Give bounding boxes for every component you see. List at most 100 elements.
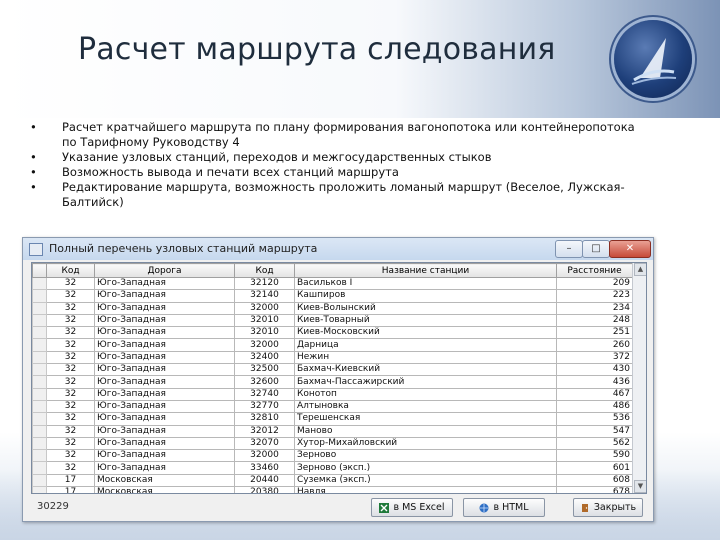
row-indicator	[32, 449, 47, 463]
table-row[interactable]: 32 Юго-Западная 32400 Нежин 372	[32, 350, 633, 365]
table-row[interactable]: 32 Юго-Западная 32600 Бахмач-Пассажирский 43…	[32, 375, 633, 389]
road-code-cell: 32	[46, 350, 95, 365]
distance-cell: 547	[556, 424, 633, 438]
table-row[interactable]: 32 Юго-Западная 32500 Бахмач-Киевский 430	[32, 363, 633, 377]
road-cell: Юго-Западная	[94, 276, 235, 291]
row-indicator	[32, 461, 47, 475]
distance-cell: 678	[556, 486, 633, 493]
station-code-cell: 32740	[234, 387, 295, 401]
window-titlebar[interactable]: Полный перечень узловых станций маршрута…	[23, 238, 653, 260]
distance-cell: 223	[556, 289, 633, 303]
distance-cell: 486	[556, 399, 633, 414]
road-cell: Юго-Западная	[94, 399, 235, 414]
station-name-cell: Дарница	[294, 338, 557, 352]
station-code-cell: 32140	[234, 289, 295, 303]
station-name-cell: Бахмач-Киевский	[294, 363, 557, 377]
export-html-label: в HTML	[493, 502, 529, 513]
table-row[interactable]: 32 Юго-Западная 32000 Киев-Волынский 234	[32, 301, 633, 315]
vertical-scrollbar[interactable]: ▲ ▼	[632, 263, 646, 493]
column-header-road-code[interactable]: Код	[46, 263, 95, 278]
bullet-dot: •	[30, 165, 37, 179]
station-code-cell: 32120	[234, 276, 295, 291]
scroll-down-icon[interactable]: ▼	[634, 480, 646, 493]
minimize-button[interactable]: –	[555, 240, 583, 258]
table-row[interactable]: 32 Юго-Западная 32140 Кашпиров 223	[32, 289, 633, 303]
row-indicator	[32, 436, 47, 451]
distance-cell: 608	[556, 473, 633, 488]
html-icon	[479, 503, 489, 512]
stations-grid[interactable]: Код Дорога Код Название станции Расстоян…	[31, 262, 647, 494]
table-row[interactable]: 32 Юго-Западная 32000 Зерново 590	[32, 449, 633, 463]
close-window-button[interactable]: ✕	[609, 240, 651, 258]
bullet-dot: •	[30, 120, 37, 134]
window-app-icon	[29, 243, 43, 256]
road-code-cell: 32	[46, 461, 95, 475]
row-indicator	[32, 301, 47, 315]
record-count: 30229	[37, 501, 69, 512]
table-row[interactable]: 32 Юго-Западная 32120 Васильков I 209	[32, 276, 633, 291]
distance-cell: 430	[556, 363, 633, 377]
road-cell: Юго-Западная	[94, 363, 235, 377]
station-name-cell: Алтыновка	[294, 399, 557, 414]
table-row[interactable]: 32 Юго-Западная 32810 Терешенская 536	[32, 412, 633, 426]
close-button[interactable]: Закрыть	[573, 498, 643, 517]
distance-cell: 536	[556, 412, 633, 426]
row-indicator	[32, 338, 47, 352]
maximize-button[interactable]: □	[582, 240, 610, 258]
station-name-cell: Зерново (эксп.)	[294, 461, 557, 475]
table-row[interactable]: 32 Юго-Западная 32740 Конотоп 467	[32, 387, 633, 401]
bullet-item: • Указание узловых станций, переходов и м…	[30, 150, 640, 165]
road-code-cell: 32	[46, 326, 95, 340]
table-row[interactable]: 32 Юго-Западная 32000 Дарница 260	[32, 338, 633, 352]
road-cell: Юго-Западная	[94, 412, 235, 426]
station-code-cell: 33460	[234, 461, 295, 475]
bullet-text: Редактирование маршрута, возможность про…	[62, 180, 625, 209]
table-row[interactable]: 32 Юго-Западная 32070 Хутор-Михайловский 562	[32, 436, 633, 451]
table-row[interactable]: 32 Юго-Западная 33460 Зерново (эксп.) 601	[32, 461, 633, 475]
distance-cell: 209	[556, 276, 633, 291]
table-row[interactable]: 17 Московская 20380 Навля 678	[32, 486, 633, 493]
station-name-cell: Терешенская	[294, 412, 557, 426]
station-name-cell: Васильков I	[294, 276, 557, 291]
table-row[interactable]: 32 Юго-Западная 32012 Маново 547	[32, 424, 633, 438]
road-cell: Юго-Западная	[94, 375, 235, 389]
table-row[interactable]: 32 Юго-Западная 32010 Киев-Московский 251	[32, 326, 633, 340]
road-cell: Юго-Западная	[94, 387, 235, 401]
export-excel-button[interactable]: в MS Excel	[371, 498, 453, 517]
table-header-row: Код Дорога Код Название станции Расстоян…	[32, 263, 633, 278]
station-name-cell: Зерново	[294, 449, 557, 463]
road-code-cell: 32	[46, 449, 95, 463]
column-header-station-code[interactable]: Код	[234, 263, 295, 278]
export-html-button[interactable]: в HTML	[463, 498, 545, 517]
road-code-cell: 32	[46, 436, 95, 451]
bullet-text: Возможность вывода и печати всех станций…	[62, 165, 399, 179]
route-stations-window: Полный перечень узловых станций маршрута…	[22, 237, 654, 522]
bullet-dot: •	[30, 180, 37, 194]
station-code-cell: 32600	[234, 375, 295, 389]
close-label: Закрыть	[593, 502, 637, 513]
road-code-cell: 32	[46, 375, 95, 389]
column-header-road[interactable]: Дорога	[94, 263, 235, 278]
road-code-cell: 32	[46, 399, 95, 414]
table-row[interactable]: 32 Юго-Западная 32770 Алтыновка 486	[32, 399, 633, 414]
row-indicator	[32, 326, 47, 340]
station-name-cell: Кашпиров	[294, 289, 557, 303]
row-indicator	[32, 375, 47, 389]
scroll-up-icon[interactable]: ▲	[634, 263, 646, 276]
table-row[interactable]: 17 Московская 20440 Суземка (эксп.) 608	[32, 473, 633, 488]
row-indicator	[32, 387, 47, 401]
bullet-item: • Расчет кратчайшего маршрута по плану фо…	[30, 120, 640, 150]
road-cell: Юго-Западная	[94, 338, 235, 352]
distance-cell: 590	[556, 449, 633, 463]
road-cell: Юго-Западная	[94, 313, 235, 328]
row-indicator	[32, 412, 47, 426]
column-header-station-name[interactable]: Название станции	[294, 263, 557, 278]
row-indicator-header	[32, 263, 47, 278]
column-header-distance[interactable]: Расстояние	[556, 263, 633, 278]
table-row[interactable]: 32 Юго-Западная 32010 Киев-Товарный 248	[32, 313, 633, 328]
station-name-cell: Навля	[294, 486, 557, 493]
road-code-cell: 17	[46, 473, 95, 488]
station-code-cell: 32000	[234, 449, 295, 463]
row-indicator	[32, 313, 47, 328]
road-cell: Юго-Западная	[94, 289, 235, 303]
